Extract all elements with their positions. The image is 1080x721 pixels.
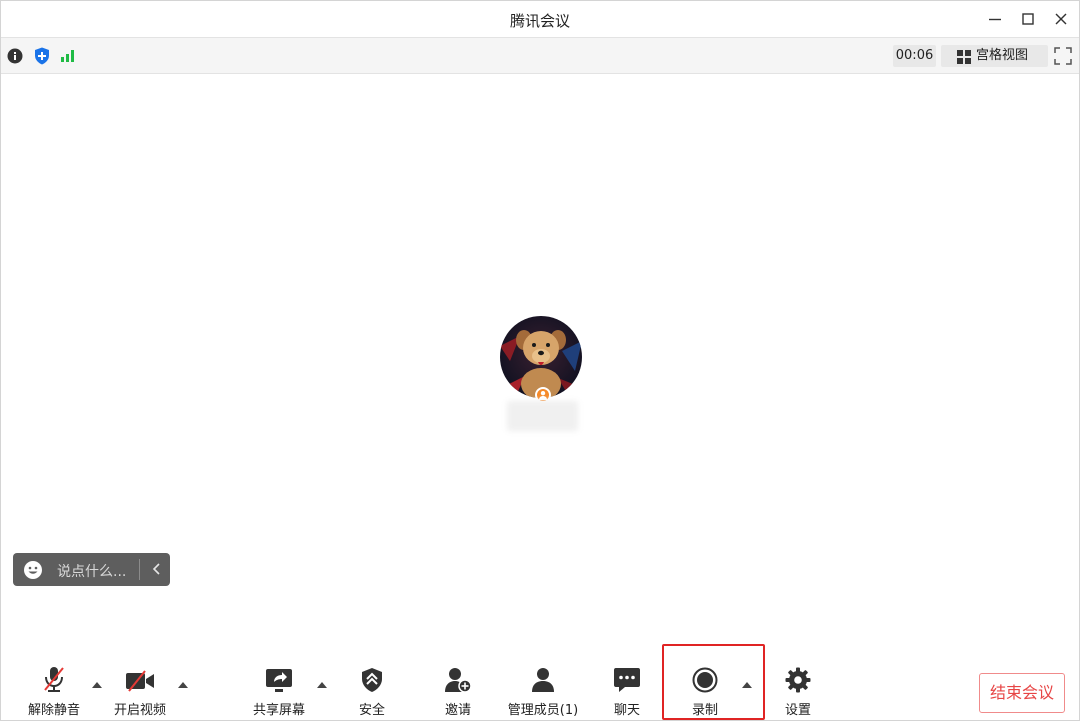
start-video-button[interactable]: 开启视频: [111, 665, 169, 721]
meeting-window: 腾讯会议 00:06 宫格视图 说点什么... 解除静音 开启视频 共享屏幕 安…: [0, 0, 1080, 721]
title-bar: 腾讯会议: [1, 1, 1079, 37]
window-title: 腾讯会议: [509, 12, 570, 30]
settings-button[interactable]: 设置: [769, 665, 827, 721]
grid-view-label: 宫格视图: [976, 48, 1029, 63]
members-icon: [530, 665, 556, 693]
meeting-info-bar: 00:06 宫格视图: [1, 37, 1079, 74]
fullscreen-button[interactable]: [1054, 47, 1072, 65]
shield-icon[interactable]: [33, 47, 51, 65]
divider: [139, 559, 140, 580]
gear-icon: [785, 665, 811, 693]
close-icon: [1055, 13, 1067, 25]
quick-chat-bar[interactable]: 说点什么...: [13, 553, 170, 586]
share-options-caret-icon[interactable]: [316, 680, 328, 690]
share-screen-label: 共享屏幕: [252, 703, 305, 718]
security-shield-icon: [360, 665, 384, 693]
settings-label: 设置: [784, 703, 811, 718]
fullscreen-icon: [1054, 47, 1072, 65]
minimize-icon: [989, 18, 1001, 21]
invite-user-icon: [444, 665, 472, 693]
minimize-button[interactable]: [981, 7, 1009, 31]
audio-options-caret-icon[interactable]: [91, 680, 103, 690]
record-highlight-box: [662, 644, 765, 720]
manage-members-label: 管理成员(1): [507, 703, 579, 718]
invite-button[interactable]: 邀请: [429, 665, 487, 721]
quick-chat-placeholder: 说点什么...: [57, 564, 127, 580]
share-screen-button[interactable]: 共享屏幕: [250, 665, 308, 721]
end-meeting-button[interactable]: 结束会议: [979, 673, 1065, 713]
signal-strength-icon[interactable]: [59, 47, 77, 65]
chat-label: 聊天: [613, 703, 640, 718]
chat-button[interactable]: 聊天: [598, 665, 656, 721]
maximize-button[interactable]: [1014, 7, 1042, 31]
video-off-icon: [125, 665, 155, 693]
muted-mic-icon: [41, 665, 67, 693]
close-button[interactable]: [1047, 7, 1075, 31]
start-video-label: 开启视频: [113, 703, 166, 718]
invite-label: 邀请: [444, 703, 471, 718]
video-options-caret-icon[interactable]: [177, 680, 189, 690]
grid-view-button[interactable]: 宫格视图: [941, 45, 1048, 67]
unmute-button[interactable]: 解除静音: [25, 665, 83, 721]
unmute-label: 解除静音: [27, 703, 80, 718]
emoji-icon: [24, 561, 42, 579]
grid-icon: [957, 50, 971, 64]
share-screen-icon: [265, 665, 293, 693]
chat-bubble-icon: [613, 665, 641, 693]
security-button[interactable]: 安全: [343, 665, 401, 721]
participant-avatar[interactable]: [500, 316, 582, 398]
meeting-timer: 00:06: [893, 45, 936, 67]
manage-members-button[interactable]: 管理成员(1): [504, 665, 582, 721]
chevron-left-icon: [152, 563, 160, 575]
info-icon[interactable]: [6, 47, 24, 65]
security-label: 安全: [358, 703, 385, 718]
maximize-icon: [1022, 13, 1034, 25]
participant-name-blurred: [507, 401, 578, 431]
